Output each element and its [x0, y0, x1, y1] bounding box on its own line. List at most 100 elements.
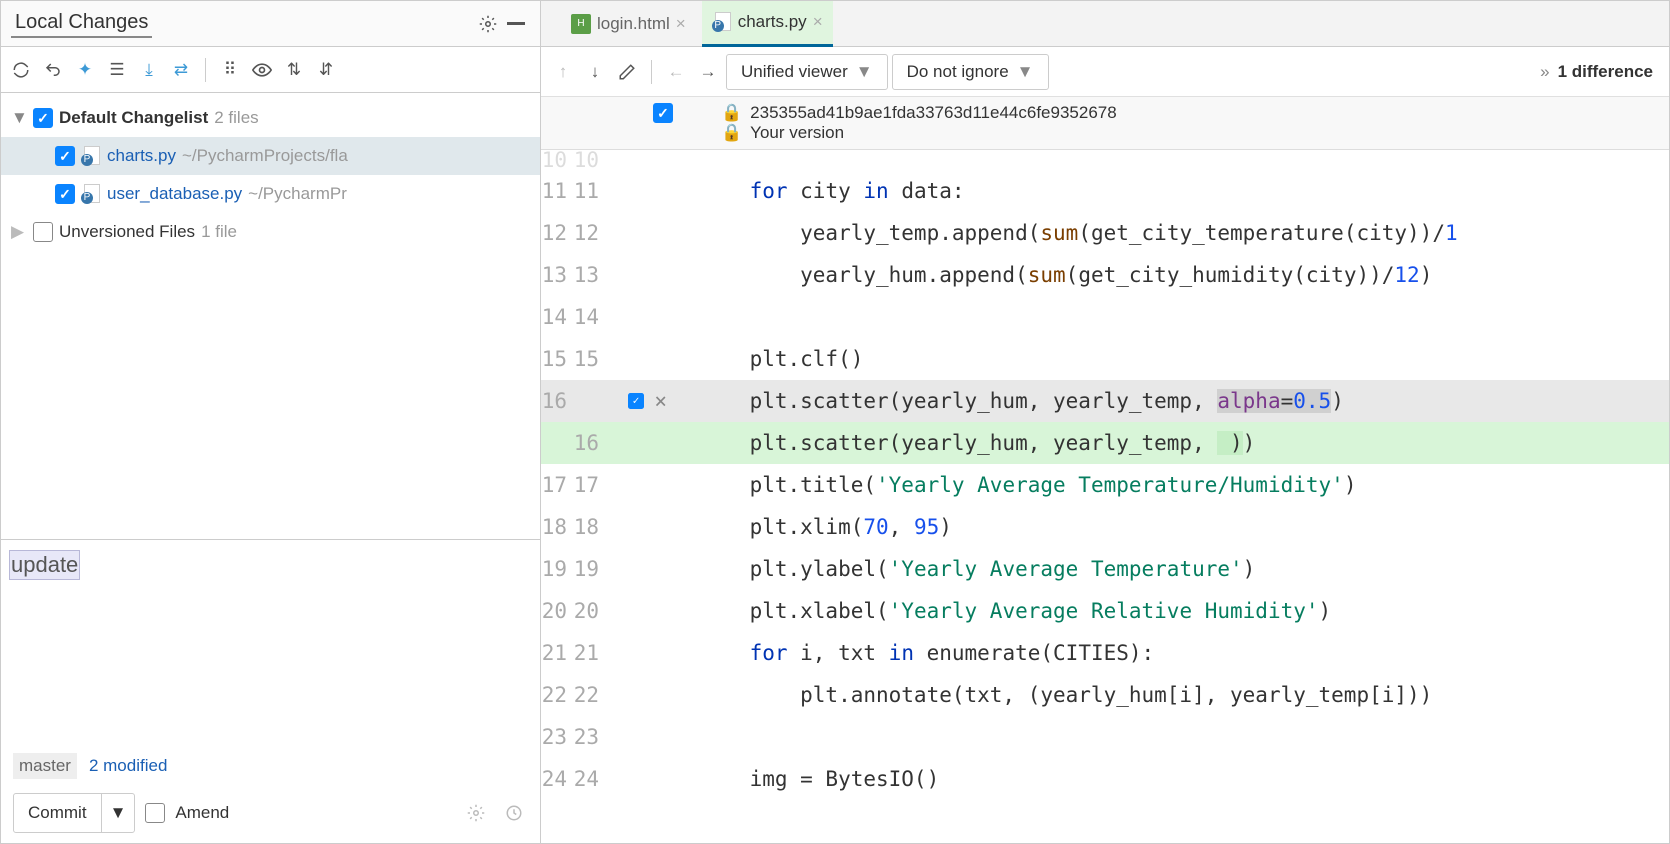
tab-label: login.html — [597, 14, 670, 34]
revision-info: 🔒 235355ad41b9ae1fda33763d11e44c6fe93526… — [541, 97, 1669, 150]
chevron-down-icon: ▼ — [1017, 62, 1034, 82]
commit-message-input[interactable]: update — [9, 550, 80, 580]
tab-label: charts.py — [738, 12, 807, 32]
ignore-select[interactable]: Do not ignore ▼ — [892, 54, 1049, 90]
code-line-added: 16 plt.scatter(yearly_hum, yearly_temp, … — [541, 422, 1669, 464]
close-icon[interactable]: × — [813, 12, 823, 32]
back-icon[interactable]: ← — [662, 58, 690, 86]
viewer-mode-label: Unified viewer — [741, 62, 848, 82]
unversioned-row[interactable]: ▶ Unversioned Files 1 file — [1, 213, 540, 251]
modified-link[interactable]: 2 modified — [89, 756, 167, 776]
panel-header: Local Changes — [1, 1, 540, 47]
python-file-icon — [712, 12, 732, 32]
expand-icon[interactable]: ⇅ — [280, 56, 308, 84]
code-line: 1414 — [541, 296, 1669, 338]
unshelve-icon[interactable]: ⇄ — [167, 56, 195, 84]
code-line: 1717 plt.title('Yearly Average Temperatu… — [541, 464, 1669, 506]
unversioned-count: 1 file — [201, 222, 237, 242]
revision-hash: 235355ad41b9ae1fda33763d11e44c6fe9352678 — [750, 103, 1117, 123]
code-line: 1818 plt.xlim(70, 95) — [541, 506, 1669, 548]
caret-down-icon[interactable]: ▼ — [11, 108, 27, 128]
changelist-icon[interactable]: ☰ — [103, 56, 131, 84]
close-icon[interactable]: × — [676, 14, 686, 34]
file-checkbox[interactable] — [55, 184, 75, 204]
unversioned-label: Unversioned Files — [59, 222, 195, 242]
changelist-label: Default Changelist — [59, 108, 208, 128]
ignore-label: Do not ignore — [907, 62, 1009, 82]
diff-icon[interactable]: ✦ — [71, 56, 99, 84]
python-file-icon — [81, 146, 101, 166]
tab-charts[interactable]: charts.py × — [702, 1, 833, 47]
file-row-userdb[interactable]: user_database.py ~/PycharmPr — [1, 175, 540, 213]
html-file-icon: H — [571, 14, 591, 34]
forward-icon[interactable]: → — [694, 58, 722, 86]
lock-icon: 🔒 — [721, 103, 742, 123]
caret-right-icon[interactable]: ▶ — [11, 222, 27, 242]
discard-icon[interactable]: × — [646, 389, 675, 413]
prev-diff-icon[interactable]: ↑ — [549, 58, 577, 86]
code-line: 2121 for i, txt in enumerate(CITIES): — [541, 632, 1669, 674]
your-version-label: Your version — [750, 123, 844, 143]
code-line: 2424 img = BytesIO() — [541, 758, 1669, 800]
code-line: 2020 plt.xlabel('Yearly Average Relative… — [541, 590, 1669, 632]
shelve-icon[interactable]: ⤓ — [135, 56, 163, 84]
file-path: ~/PycharmPr — [248, 184, 347, 204]
refresh-icon[interactable] — [7, 56, 35, 84]
chevrons-icon[interactable]: » — [1540, 62, 1549, 82]
edit-icon[interactable] — [613, 58, 641, 86]
panel-title: Local Changes — [11, 9, 152, 38]
diff-count: 1 difference — [1558, 62, 1653, 82]
editor-panel: H login.html × charts.py × ↑ ↓ ← → Unifi… — [541, 1, 1669, 843]
code-line: 1919 plt.ylabel('Yearly Average Temperat… — [541, 548, 1669, 590]
gear-icon[interactable] — [474, 10, 502, 38]
commit-message-area[interactable]: update — [1, 539, 540, 749]
minimize-icon[interactable] — [502, 10, 530, 38]
status-row: master 2 modified — [1, 749, 540, 783]
separator — [205, 58, 206, 82]
viewer-mode-select[interactable]: Unified viewer ▼ — [726, 54, 888, 90]
tab-login[interactable]: H login.html × — [561, 1, 696, 47]
commit-label: Commit — [14, 803, 101, 823]
unversioned-checkbox[interactable] — [33, 222, 53, 242]
history-icon[interactable] — [500, 799, 528, 827]
chevron-down-icon: ▼ — [856, 62, 873, 82]
branch-badge[interactable]: master — [13, 753, 77, 779]
separator — [651, 60, 652, 84]
file-row-charts[interactable]: charts.py ~/PycharmProjects/fla — [1, 137, 540, 175]
changes-toolbar: ✦ ☰ ⤓ ⇄ ⠿ ⇅ ⇵ — [1, 47, 540, 93]
gear-icon[interactable] — [462, 799, 490, 827]
line-checkbox[interactable] — [628, 393, 644, 409]
changes-tree: ▼ Default Changelist 2 files charts.py ~… — [1, 93, 540, 539]
changelist-checkbox[interactable] — [33, 108, 53, 128]
editor-tabs: H login.html × charts.py × — [541, 1, 1669, 47]
commit-dropdown-icon[interactable]: ▼ — [101, 794, 135, 832]
python-file-icon — [81, 184, 101, 204]
code-line: 2222 plt.annotate(txt, (yearly_hum[i], y… — [541, 674, 1669, 716]
include-all-checkbox[interactable] — [653, 103, 673, 123]
lock-icon: 🔒 — [721, 123, 742, 143]
code-line: 1111 for city in data: — [541, 170, 1669, 212]
file-path: ~/PycharmProjects/fla — [182, 146, 348, 166]
changelist-count: 2 files — [214, 108, 258, 128]
code-line: 1313 yearly_hum.append(sum(get_city_humi… — [541, 254, 1669, 296]
code-line: 2323 — [541, 716, 1669, 758]
group-icon[interactable]: ⠿ — [216, 56, 244, 84]
amend-label: Amend — [175, 803, 229, 823]
next-diff-icon[interactable]: ↓ — [581, 58, 609, 86]
file-name: user_database.py — [107, 184, 242, 204]
preview-icon[interactable] — [248, 56, 276, 84]
code-line: 1515 plt.clf() — [541, 338, 1669, 380]
code-line-removed: 16× plt.scatter(yearly_hum, yearly_temp,… — [541, 380, 1669, 422]
code-diff[interactable]: 1010 1111 for city in data: 1212 yearly_… — [541, 150, 1669, 843]
collapse-icon[interactable]: ⇵ — [312, 56, 340, 84]
file-name: charts.py — [107, 146, 176, 166]
amend-checkbox[interactable] — [145, 803, 165, 823]
file-checkbox[interactable] — [55, 146, 75, 166]
commit-row: Commit ▼ Amend — [1, 783, 540, 843]
code-line: 1212 yearly_temp.append(sum(get_city_tem… — [541, 212, 1669, 254]
rollback-icon[interactable] — [39, 56, 67, 84]
changelist-row[interactable]: ▼ Default Changelist 2 files — [1, 99, 540, 137]
local-changes-panel: Local Changes ✦ ☰ ⤓ ⇄ ⠿ ⇅ ⇵ ▼ Default Ch… — [1, 1, 541, 843]
diff-toolbar: ↑ ↓ ← → Unified viewer ▼ Do not ignore ▼… — [541, 47, 1669, 97]
commit-button[interactable]: Commit ▼ — [13, 793, 135, 833]
